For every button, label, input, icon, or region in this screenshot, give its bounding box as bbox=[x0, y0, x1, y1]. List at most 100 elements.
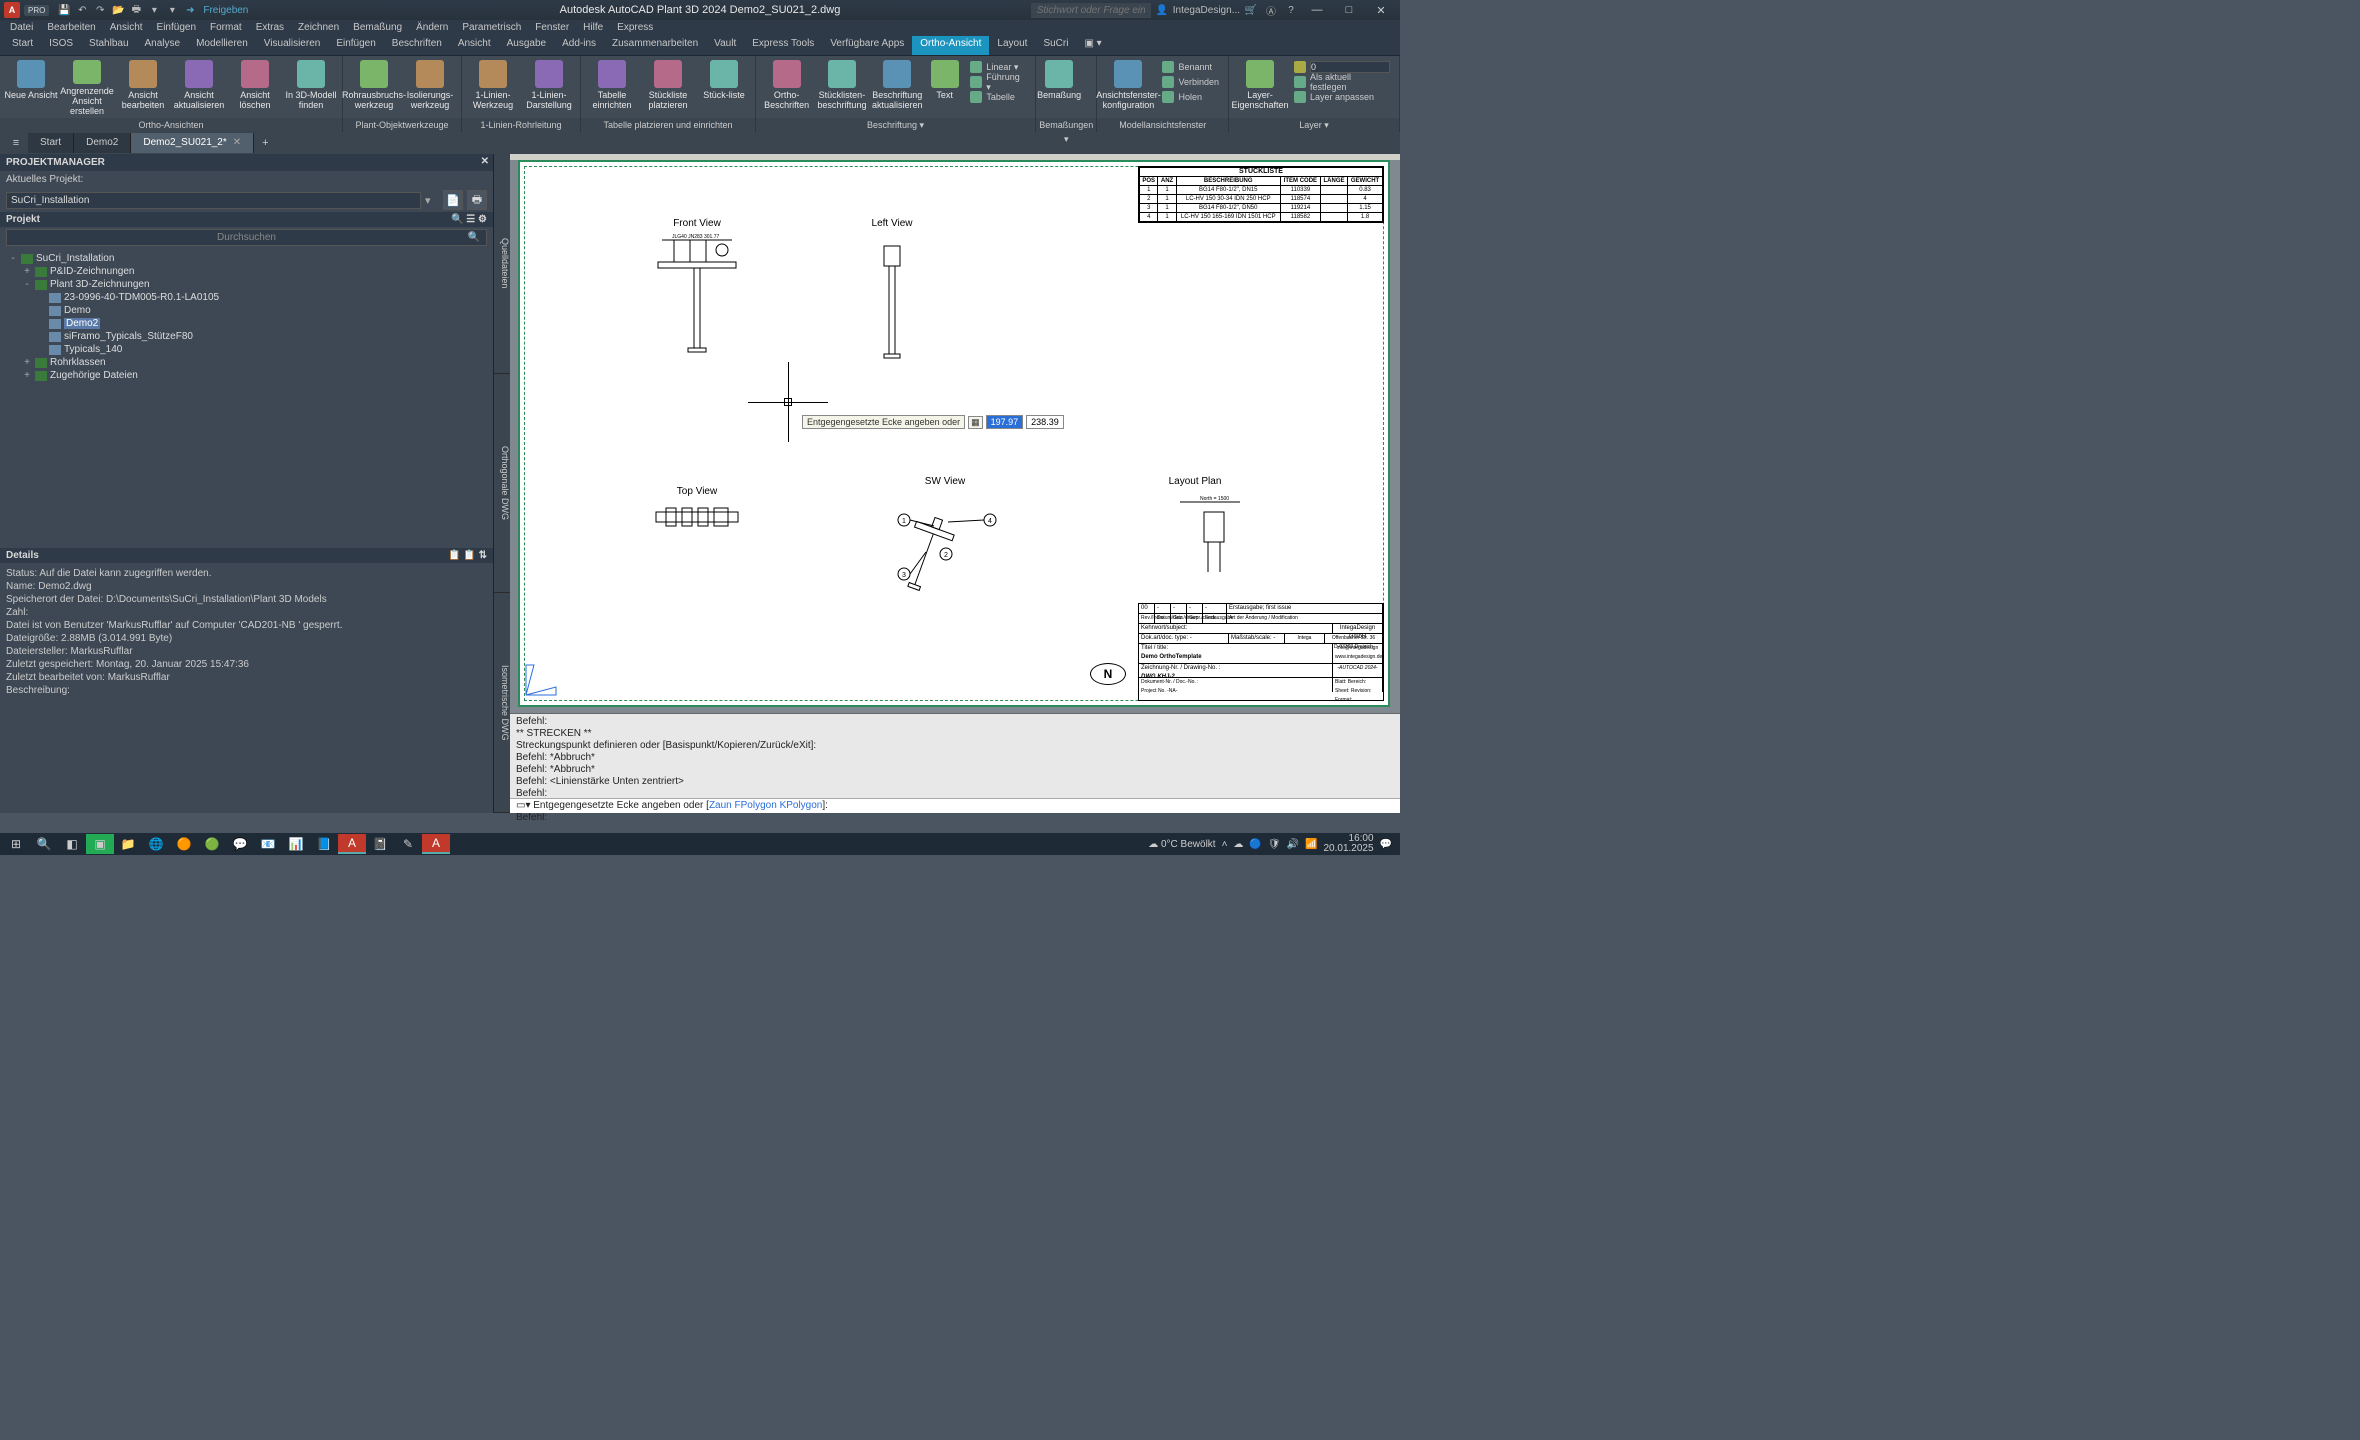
taskbar-app[interactable]: 📊 bbox=[282, 834, 310, 854]
menu-einfügen[interactable]: Einfügen bbox=[151, 20, 202, 36]
menu-ändern[interactable]: Ändern bbox=[410, 20, 454, 36]
ribbon-tab[interactable]: Zusammenarbeiten bbox=[604, 36, 706, 55]
ribbon-button[interactable]: Ansicht bearbeiten bbox=[116, 58, 170, 116]
help-icon[interactable]: ? bbox=[1282, 1, 1300, 19]
command-input[interactable]: ▭▾ Entgegengesetzte Ecke angeben oder [Z… bbox=[510, 798, 1400, 813]
filetab-menu-icon[interactable]: ≡ bbox=[4, 137, 28, 149]
ribbon-button[interactable]: Angrenzende Ansicht erstellen bbox=[60, 58, 114, 116]
taskbar-app[interactable]: 🌐 bbox=[142, 834, 170, 854]
dyn-value-2[interactable]: 238.39 bbox=[1026, 415, 1064, 429]
menu-express[interactable]: Express bbox=[611, 20, 659, 36]
qat-btn[interactable]: ▾ bbox=[145, 1, 163, 19]
user-name[interactable]: IntegaDesign... bbox=[1173, 1, 1240, 19]
dyn-value-1[interactable]: 197.97 bbox=[986, 415, 1024, 429]
ribbon-tab[interactable]: Layout bbox=[989, 36, 1035, 55]
tree-node[interactable]: siFramo_Typicals_StützeF80 bbox=[6, 330, 487, 343]
maximize-button[interactable]: □ bbox=[1334, 0, 1364, 20]
qat-btn[interactable]: ▾ bbox=[163, 1, 181, 19]
viewport-front[interactable]: Front View JLG40 JN283 301.77 bbox=[652, 234, 742, 324]
ribbon-tab[interactable]: Vault bbox=[706, 36, 744, 55]
viewport-left[interactable]: Left View bbox=[872, 234, 912, 324]
ribbon-tab[interactable]: Ansicht bbox=[450, 36, 499, 55]
command-window[interactable]: Befehl:** STRECKEN **Streckungspunkt def… bbox=[510, 713, 1400, 813]
tray-icon[interactable]: 🔵 bbox=[1249, 839, 1261, 850]
side-tab[interactable]: Orthogonale DWG bbox=[494, 374, 510, 594]
ribbon-extra[interactable]: ▣ ▾ bbox=[1076, 36, 1109, 55]
tray-network-icon[interactable]: 📶 bbox=[1305, 839, 1317, 850]
qat-redo-icon[interactable]: ↷ bbox=[91, 1, 109, 19]
close-button[interactable]: ✕ bbox=[1366, 0, 1396, 20]
ribbon-tab[interactable]: Beschriften bbox=[384, 36, 450, 55]
taskbar-app-autocad[interactable]: A bbox=[338, 834, 366, 854]
ribbon-tab[interactable]: Express Tools bbox=[744, 36, 822, 55]
dynamic-input[interactable]: Entgegengesetzte Ecke angeben oder ▦ 197… bbox=[802, 415, 1064, 429]
qat-open-icon[interactable]: 📂 bbox=[109, 1, 127, 19]
ribbon-small-button[interactable]: Führung ▾ bbox=[967, 75, 1029, 89]
cart-icon[interactable]: 🛒 bbox=[1242, 1, 1260, 19]
ribbon-small-button[interactable]: Als aktuell festlegen bbox=[1291, 75, 1393, 89]
ribbon-button[interactable]: Ortho-Beschriften bbox=[760, 58, 813, 116]
tray-chevron-icon[interactable]: ˄ bbox=[1222, 839, 1228, 850]
menu-parametrisch[interactable]: Parametrisch bbox=[456, 20, 527, 36]
ribbon-small-button[interactable]: Verbinden bbox=[1159, 75, 1222, 89]
ribbon-button[interactable]: Bemaßung bbox=[1040, 58, 1078, 116]
pm-tools[interactable]: 🔍 ☰ ⚙ bbox=[451, 214, 487, 225]
tree-node[interactable]: +Zugehörige Dateien bbox=[6, 369, 487, 382]
ribbon-button[interactable]: Isolierungs-werkzeug bbox=[403, 58, 457, 116]
app-icon[interactable]: Ⓐ bbox=[1262, 1, 1280, 19]
menu-extras[interactable]: Extras bbox=[250, 20, 290, 36]
taskbar-app[interactable]: 📘 bbox=[310, 834, 338, 854]
menu-fenster[interactable]: Fenster bbox=[529, 20, 575, 36]
details-tools[interactable]: 📋 📋 ⇅ bbox=[448, 550, 487, 561]
ribbon-small-button[interactable]: Layer anpassen bbox=[1291, 90, 1393, 104]
ribbon-button[interactable]: Ansicht aktualisieren bbox=[172, 58, 226, 116]
combo-dropdown-icon[interactable]: ▾ bbox=[425, 194, 439, 207]
taskbar-app[interactable]: ✎ bbox=[394, 834, 422, 854]
pm-close-icon[interactable]: ✕ bbox=[481, 156, 489, 167]
qat-plot-icon[interactable]: 🖶 bbox=[127, 1, 145, 19]
menu-bemaßung[interactable]: Bemaßung bbox=[347, 20, 408, 36]
side-tab[interactable]: Isometrische DWG bbox=[494, 593, 510, 813]
pm-pdf-icon[interactable]: 📄 bbox=[443, 190, 463, 210]
ribbon-button[interactable]: In 3D-Modell finden bbox=[284, 58, 338, 116]
search-icon[interactable]: 🔍 bbox=[30, 834, 58, 854]
ribbon-button[interactable]: 1-Linien-Werkzeug bbox=[466, 58, 520, 116]
ribbon-button[interactable]: Stück-liste bbox=[697, 58, 751, 116]
share-button[interactable]: Freigeben bbox=[199, 1, 252, 19]
ribbon-small-button[interactable]: Tabelle bbox=[967, 90, 1029, 104]
ribbon-button[interactable]: Ansichtsfenster-konfiguration bbox=[1101, 58, 1155, 116]
tray-icon[interactable]: 🛡 bbox=[1268, 839, 1281, 850]
ribbon-button[interactable]: Rohrausbruchs-werkzeug bbox=[347, 58, 401, 116]
panel-label[interactable]: Beschriftung ▾ bbox=[756, 118, 1035, 132]
menu-ansicht[interactable]: Ansicht bbox=[104, 20, 149, 36]
ribbon-tab[interactable]: Visualisieren bbox=[256, 36, 329, 55]
ribbon-button[interactable]: Text bbox=[926, 58, 964, 116]
taskbar-app[interactable]: ▣ bbox=[86, 834, 114, 854]
panel-label[interactable]: Plant-Objektwerkzeuge bbox=[343, 118, 461, 132]
ribbon-button[interactable]: Ansicht löschen bbox=[228, 58, 282, 116]
qat-forward-icon[interactable]: ➜ bbox=[181, 1, 199, 19]
ribbon-button[interactable]: Layer-Eigenschaften bbox=[1233, 58, 1287, 116]
file-tab[interactable]: Demo2_SU021_2*✕ bbox=[131, 133, 254, 153]
ribbon-tab[interactable]: Stahlbau bbox=[81, 36, 136, 55]
viewport-layout[interactable]: Layout Plan North = 1500 bbox=[1140, 492, 1250, 602]
panel-label[interactable]: Bemaßungen ▾ bbox=[1036, 118, 1096, 132]
tree-node[interactable]: +Rohrklassen bbox=[6, 356, 487, 369]
ribbon-button[interactable]: Stückliste platzieren bbox=[641, 58, 695, 116]
panel-label[interactable]: Ortho-Ansichten bbox=[0, 118, 342, 132]
menu-datei[interactable]: Datei bbox=[4, 20, 39, 36]
taskview-icon[interactable]: ◧ bbox=[58, 834, 86, 854]
ribbon-tab[interactable]: Verfügbare Apps bbox=[822, 36, 912, 55]
project-combo[interactable] bbox=[6, 192, 421, 209]
ribbon-button[interactable]: Tabelle einrichten bbox=[585, 58, 639, 116]
ribbon-tab[interactable]: Start bbox=[4, 36, 41, 55]
ribbon-tab[interactable]: Ortho-Ansicht bbox=[912, 36, 989, 55]
pm-print-icon[interactable]: 🖶 bbox=[467, 190, 487, 210]
qat-save-icon[interactable]: 💾 bbox=[55, 1, 73, 19]
taskbar-app[interactable]: A bbox=[422, 834, 450, 854]
ribbon-tab[interactable]: Analyse bbox=[137, 36, 189, 55]
ribbon-tab[interactable]: Add-ins bbox=[554, 36, 604, 55]
tray-volume-icon[interactable]: 🔊 bbox=[1287, 839, 1299, 850]
tree-node[interactable]: -Plant 3D-Zeichnungen bbox=[6, 278, 487, 291]
taskbar-app[interactable]: 📓 bbox=[366, 834, 394, 854]
